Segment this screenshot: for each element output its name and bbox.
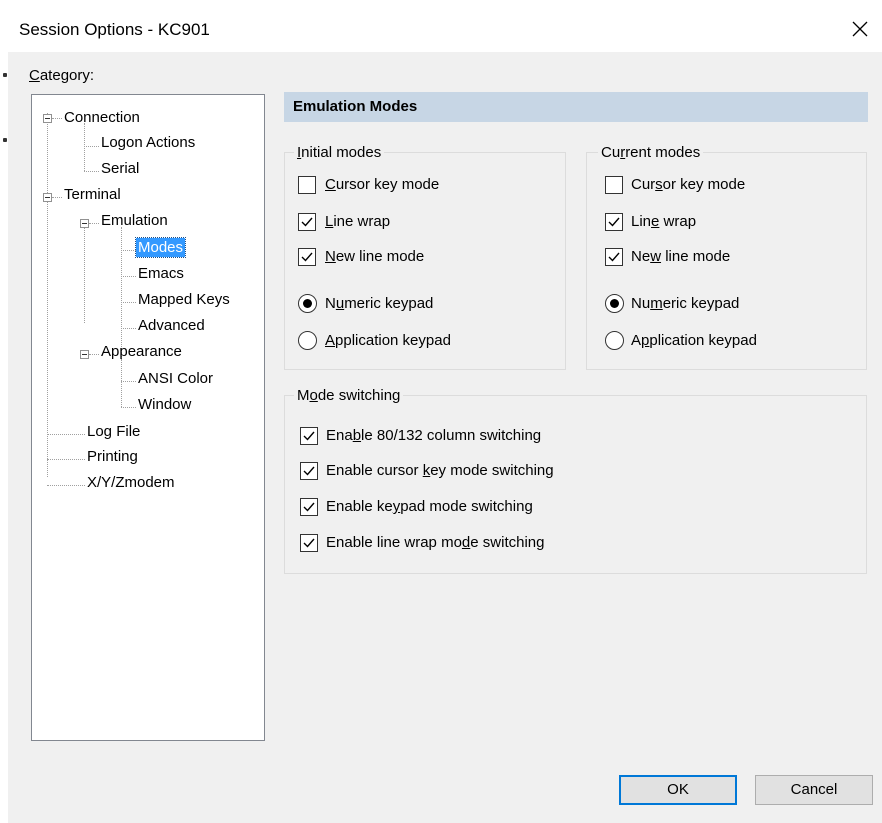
checkmark-icon: [301, 217, 313, 227]
tree-item-modes[interactable]: Modes: [134, 237, 187, 258]
current-application-keypad-radio[interactable]: [605, 331, 624, 350]
initial-modes-title: Initial modes: [294, 144, 385, 162]
tree-item-ansi-color[interactable]: ANSI Color: [138, 369, 213, 388]
initial-line-wrap-checkbox[interactable]: [298, 213, 316, 231]
ok-button[interactable]: OK: [619, 775, 737, 805]
checkmark-icon: [303, 502, 315, 512]
current-cursor-key-checkbox[interactable]: [605, 176, 623, 194]
checkmark-icon: [608, 252, 620, 262]
current-line-wrap-checkbox[interactable]: [605, 213, 623, 231]
expand-toggle-terminal[interactable]: [43, 193, 52, 202]
close-icon[interactable]: [851, 20, 869, 38]
tree-item-window[interactable]: Window: [138, 395, 191, 414]
initial-new-line-checkbox[interactable]: [298, 248, 316, 266]
tree-item-logon-actions[interactable]: Logon Actions: [101, 133, 195, 152]
tree-item-serial[interactable]: Serial: [101, 159, 139, 178]
tree-item-connection[interactable]: Connection: [64, 108, 140, 127]
cancel-button[interactable]: Cancel: [755, 775, 873, 805]
keypad-switching-checkbox[interactable]: [300, 498, 318, 516]
tree-item-appearance[interactable]: Appearance: [101, 342, 182, 361]
initial-numeric-keypad-label[interactable]: Numeric keypad: [325, 294, 433, 313]
section-header: Emulation Modes: [284, 92, 868, 122]
current-cursor-key-label[interactable]: Cursor key mode: [631, 175, 745, 194]
checkmark-icon: [303, 431, 315, 441]
initial-line-wrap-label[interactable]: Line wrap: [325, 212, 390, 231]
dialog-client: Category: Connection Logon Actions Seria…: [8, 52, 882, 823]
keypad-switching-label[interactable]: Enable keypad mode switching: [326, 497, 533, 516]
tree-item-xyzmodem[interactable]: X/Y/Zmodem: [87, 473, 175, 492]
column-switching-checkbox[interactable]: [300, 427, 318, 445]
current-numeric-keypad-radio[interactable]: [605, 294, 624, 313]
tree-item-emacs[interactable]: Emacs: [138, 264, 184, 283]
window-title: Session Options - KC901: [19, 20, 210, 39]
line-wrap-switching-checkbox[interactable]: [300, 534, 318, 552]
current-numeric-keypad-label[interactable]: Numeric keypad: [631, 294, 739, 313]
expand-toggle-connection[interactable]: [43, 114, 52, 123]
category-label: Category:: [29, 67, 95, 84]
initial-cursor-key-label[interactable]: Cursor key mode: [325, 175, 439, 194]
edge-mark: [3, 138, 7, 142]
category-tree[interactable]: Connection Logon Actions Serial Terminal…: [31, 94, 265, 741]
line-wrap-switching-label[interactable]: Enable line wrap mode switching: [326, 533, 544, 552]
tree-item-mapped-keys[interactable]: Mapped Keys: [138, 290, 230, 309]
tree-item-advanced[interactable]: Advanced: [138, 316, 205, 335]
initial-numeric-keypad-radio[interactable]: [298, 294, 317, 313]
checkmark-icon: [303, 466, 315, 476]
column-switching-label[interactable]: Enable 80/132 column switching: [326, 426, 541, 445]
initial-application-keypad-radio[interactable]: [298, 331, 317, 350]
initial-new-line-label[interactable]: New line mode: [325, 247, 424, 266]
cursor-key-switching-label[interactable]: Enable cursor key mode switching: [326, 461, 554, 480]
expand-toggle-appearance[interactable]: [80, 350, 89, 359]
edge-mark: [3, 73, 7, 77]
initial-cursor-key-checkbox[interactable]: [298, 176, 316, 194]
current-line-wrap-label[interactable]: Line wrap: [631, 212, 696, 231]
current-modes-title: Current modes: [598, 144, 704, 162]
tree-item-printing[interactable]: Printing: [87, 447, 138, 466]
current-application-keypad-label[interactable]: Application keypad: [631, 331, 757, 350]
current-new-line-label[interactable]: New line mode: [631, 247, 730, 266]
current-new-line-checkbox[interactable]: [605, 248, 623, 266]
cursor-key-switching-checkbox[interactable]: [300, 462, 318, 480]
mode-switching-title: Mode switching: [294, 387, 404, 405]
tree-item-log-file[interactable]: Log File: [87, 422, 140, 441]
tree-item-terminal[interactable]: Terminal: [64, 185, 121, 204]
expand-toggle-emulation[interactable]: [80, 219, 89, 228]
checkmark-icon: [608, 217, 620, 227]
initial-application-keypad-label[interactable]: Application keypad: [325, 331, 451, 350]
tree-item-emulation[interactable]: Emulation: [101, 211, 168, 230]
title-bar: Session Options - KC901: [0, 0, 882, 52]
checkmark-icon: [303, 538, 315, 548]
checkmark-icon: [301, 252, 313, 262]
